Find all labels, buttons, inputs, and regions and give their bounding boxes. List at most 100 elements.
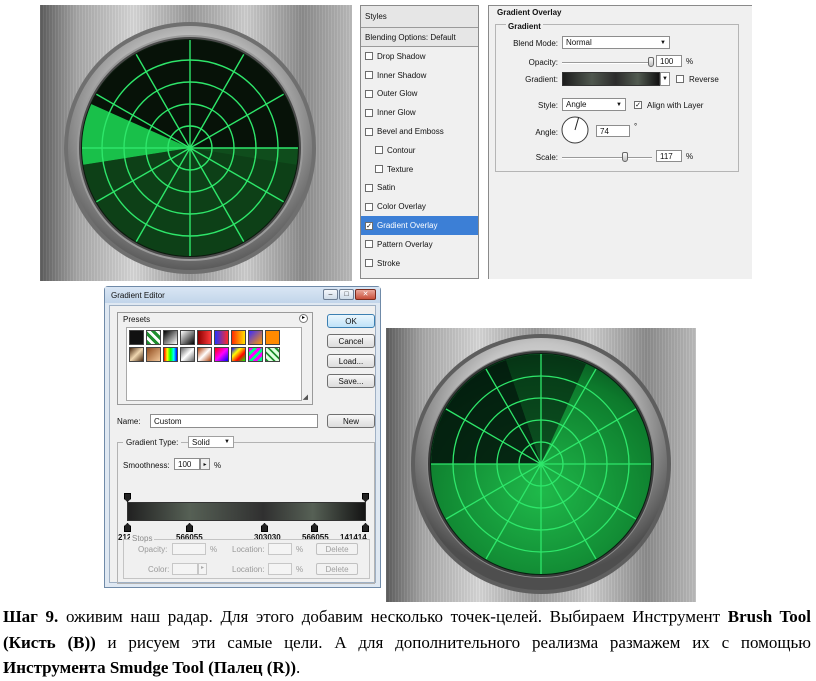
- stops-label: Stops: [130, 534, 155, 543]
- preset-swatch[interactable]: [265, 347, 280, 362]
- radar-image-top: [40, 5, 352, 281]
- preset-swatch[interactable]: [163, 330, 178, 345]
- effect-item-texture[interactable]: Texture: [361, 160, 478, 179]
- angle-unit: °: [634, 122, 638, 131]
- close-button[interactable]: ✕: [355, 289, 376, 300]
- effect-item-gradient-overlay[interactable]: ✓ Gradient Overlay: [361, 216, 478, 235]
- effect-item-bevel-and-emboss[interactable]: Bevel and Emboss: [361, 122, 478, 141]
- preset-swatch[interactable]: [163, 347, 178, 362]
- effect-item-satin[interactable]: Satin: [361, 179, 478, 198]
- effect-item-inner-glow[interactable]: Inner Glow: [361, 103, 478, 122]
- styles-header[interactable]: Styles: [361, 6, 478, 28]
- save-button[interactable]: Save...: [327, 374, 375, 388]
- preset-swatch[interactable]: [180, 330, 195, 345]
- gradient-preview[interactable]: [562, 72, 660, 86]
- opacity-slider[interactable]: [562, 62, 652, 64]
- preset-swatch[interactable]: [197, 330, 212, 345]
- preset-swatch[interactable]: [265, 330, 280, 345]
- stop-opacity-delete-button[interactable]: Delete: [316, 543, 358, 555]
- effects-list: Drop Shadow Inner Shadow Outer Glow Inner G…: [361, 47, 478, 273]
- preset-swatch[interactable]: [231, 347, 246, 362]
- preset-swatch[interactable]: [214, 330, 229, 345]
- gradient-type-select[interactable]: Solid ▼: [188, 436, 234, 448]
- effect-checkbox[interactable]: [375, 146, 383, 155]
- preset-swatch[interactable]: [146, 347, 161, 362]
- stop-color-label: Color:: [148, 565, 170, 574]
- opacity-label: Opacity:: [528, 58, 558, 67]
- presets-menu-icon[interactable]: ▸: [299, 314, 308, 323]
- effect-checkbox[interactable]: [375, 165, 383, 174]
- preset-swatch[interactable]: [231, 330, 246, 345]
- effect-item-contour[interactable]: Contour: [361, 141, 478, 160]
- scale-slider-thumb[interactable]: [622, 152, 628, 162]
- effect-checkbox[interactable]: [365, 259, 373, 268]
- ok-button[interactable]: OK: [327, 314, 375, 328]
- angle-dial[interactable]: [560, 115, 590, 145]
- new-button[interactable]: New: [327, 414, 375, 428]
- preset-swatch[interactable]: [180, 347, 195, 362]
- scale-input[interactable]: 117: [656, 150, 682, 162]
- preset-swatch[interactable]: [146, 330, 161, 345]
- gradient-editor-body: Presets ▸ ◢ OK Cancel Load... Save... Na…: [109, 305, 376, 584]
- opacity-input[interactable]: 100: [656, 55, 682, 67]
- effect-label: Color Overlay: [377, 202, 426, 212]
- effect-item-color-overlay[interactable]: Color Overlay: [361, 197, 478, 216]
- smoothness-input[interactable]: 100: [174, 458, 200, 470]
- preset-swatch[interactable]: [248, 330, 263, 345]
- effect-checkbox[interactable]: [365, 108, 373, 117]
- preset-swatch[interactable]: [248, 347, 263, 362]
- name-input[interactable]: Custom: [150, 414, 318, 428]
- scale-unit: %: [686, 152, 694, 161]
- blending-options-item[interactable]: Blending Options: Default: [361, 28, 478, 47]
- effect-checkbox[interactable]: [365, 89, 373, 98]
- effect-label: Satin: [377, 183, 396, 193]
- angle-input[interactable]: 74: [596, 125, 630, 137]
- effect-item-stroke[interactable]: Stroke: [361, 254, 478, 273]
- preset-swatch[interactable]: [214, 347, 229, 362]
- caption-text-2: и рисуем эти самые цели. А для дополните…: [95, 632, 811, 652]
- load-button[interactable]: Load...: [327, 354, 375, 368]
- effect-item-pattern-overlay[interactable]: Pattern Overlay: [361, 235, 478, 254]
- gradient-overlay-panel: Gradient Overlay Gradient Blend Mode: No…: [488, 5, 752, 279]
- smoothness-unit: %: [214, 461, 222, 470]
- gradient-bar[interactable]: [127, 502, 366, 521]
- effect-checkbox[interactable]: [365, 71, 373, 80]
- effect-checkbox[interactable]: [365, 202, 373, 211]
- effect-checkbox[interactable]: ✓: [365, 221, 373, 230]
- reverse-checkbox[interactable]: [676, 75, 684, 83]
- group-title: Gradient: [506, 22, 543, 31]
- angle-label: Angle:: [535, 128, 558, 137]
- style-select[interactable]: Angle ▼: [562, 98, 626, 111]
- scale-slider[interactable]: [562, 157, 652, 159]
- effect-checkbox[interactable]: [365, 52, 373, 61]
- stop-color-location-input[interactable]: [268, 563, 292, 575]
- stop-opacity-location-input[interactable]: [268, 543, 292, 555]
- align-with-layer-checkbox[interactable]: ✓: [634, 101, 642, 109]
- presets-group: Presets ▸ ◢: [117, 312, 313, 405]
- effect-label: Texture: [387, 164, 414, 174]
- gradient-editor-window: Gradient Editor – □ ✕ Presets ▸ ◢ OK Can…: [104, 286, 381, 588]
- effect-checkbox[interactable]: [365, 240, 373, 249]
- smoothness-stepper[interactable]: ▸: [200, 458, 210, 470]
- stop-color-swatch[interactable]: [172, 563, 198, 575]
- effect-checkbox[interactable]: [365, 183, 373, 192]
- maximize-button[interactable]: □: [339, 289, 354, 300]
- stop-opacity-input[interactable]: [172, 543, 206, 555]
- stop-color-picker-icon[interactable]: ▸: [198, 563, 207, 575]
- effect-item-drop-shadow[interactable]: Drop Shadow: [361, 47, 478, 66]
- cancel-button[interactable]: Cancel: [327, 334, 375, 348]
- opacity-slider-thumb[interactable]: [648, 57, 654, 67]
- gradient-dropdown[interactable]: ▼: [660, 72, 670, 86]
- radar-image-bottom: [386, 328, 696, 602]
- preset-swatch[interactable]: [129, 330, 144, 345]
- effect-item-inner-shadow[interactable]: Inner Shadow: [361, 66, 478, 85]
- effect-checkbox[interactable]: [365, 127, 373, 136]
- preset-swatch[interactable]: [129, 347, 144, 362]
- preset-swatch[interactable]: [197, 347, 212, 362]
- minimize-button[interactable]: –: [323, 289, 338, 300]
- resize-grip-icon[interactable]: ◢: [303, 393, 308, 401]
- blend-mode-select[interactable]: Normal ▼: [562, 36, 670, 49]
- chevron-down-icon: ▼: [660, 39, 666, 46]
- stop-color-delete-button[interactable]: Delete: [316, 563, 358, 575]
- effect-item-outer-glow[interactable]: Outer Glow: [361, 85, 478, 104]
